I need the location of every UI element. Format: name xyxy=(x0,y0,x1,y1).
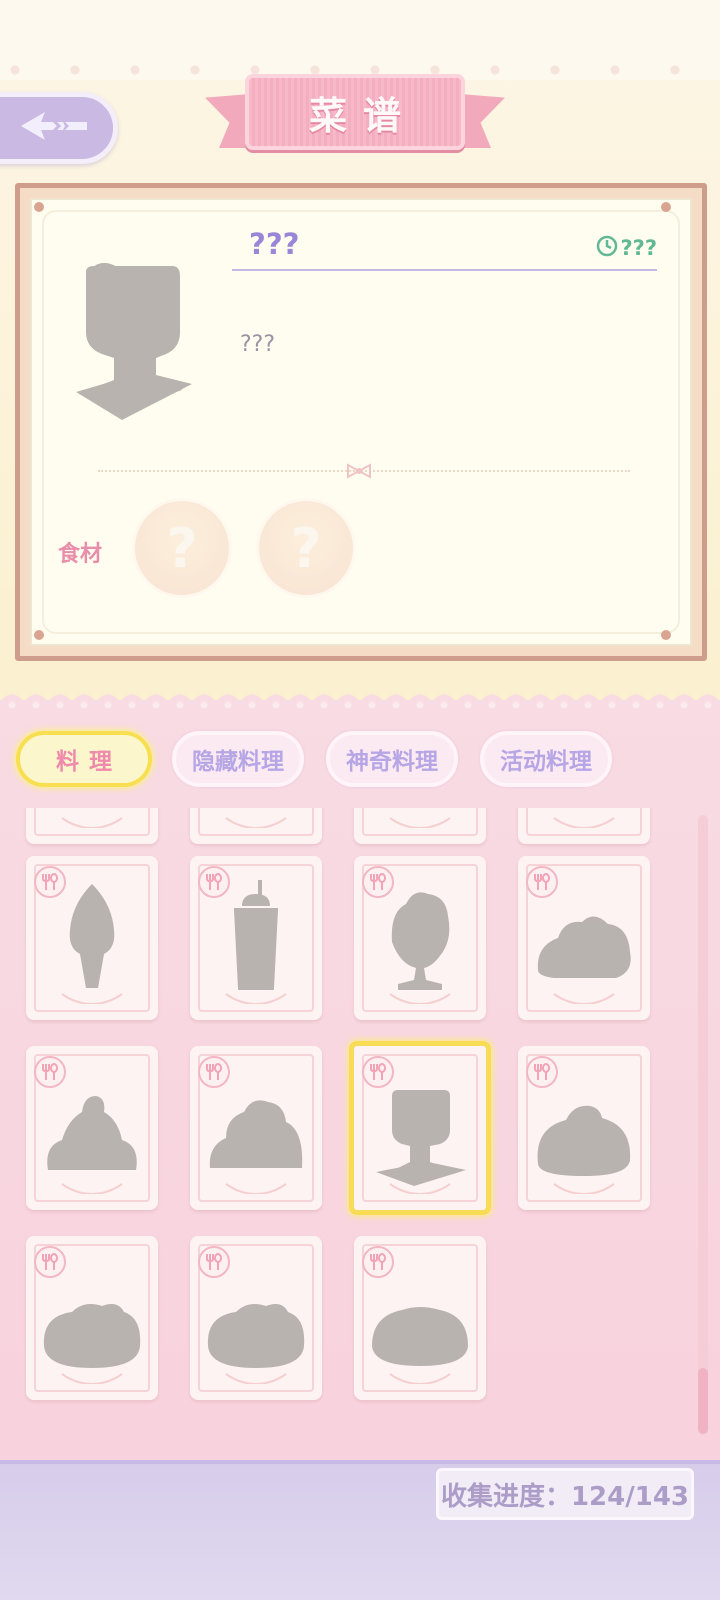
recipe-card[interactable] xyxy=(26,808,158,844)
title-ribbon: 菜谱 xyxy=(205,66,505,166)
recipe-grid xyxy=(0,808,720,1438)
recipe-card[interactable] xyxy=(354,856,486,1020)
dish-silhouette-round-plate xyxy=(42,1256,142,1386)
ingredient-slot[interactable]: ? xyxy=(132,498,232,598)
recipe-card[interactable] xyxy=(190,808,322,844)
back-button[interactable] xyxy=(0,92,118,164)
dish-silhouette-ice-cream-cone xyxy=(42,876,142,1006)
dish-silhouette-partial xyxy=(206,808,306,830)
tab-magic-cuisine[interactable]: 神奇料理 xyxy=(326,731,458,787)
recipe-card[interactable] xyxy=(518,808,650,844)
recipe-card[interactable] xyxy=(26,856,158,1020)
recipe-card[interactable] xyxy=(518,856,650,1020)
dish-silhouette-dumpling xyxy=(534,1066,634,1196)
tab-event-cuisine[interactable]: 活动料理 xyxy=(480,731,612,787)
recipe-card[interactable] xyxy=(190,1236,322,1400)
dish-silhouette-sundae-cup xyxy=(370,876,470,1006)
dish-silhouette-pile-dish xyxy=(206,1066,306,1196)
dish-silhouette-partial xyxy=(370,808,470,830)
clock-icon xyxy=(596,235,618,261)
back-arrow-icon xyxy=(19,106,89,150)
dish-silhouette-partial xyxy=(42,808,142,830)
dish-silhouette-tall-glass-plate xyxy=(370,1066,470,1196)
scrollbar-thumb[interactable] xyxy=(698,1368,708,1434)
dish-silhouette-drink-cup xyxy=(206,876,306,1006)
tab-cuisine[interactable]: 料理 xyxy=(16,731,152,787)
page-title: 菜谱 xyxy=(308,92,417,138)
bow-icon xyxy=(344,462,374,480)
cook-time: ??? xyxy=(596,235,657,261)
dish-silhouette-flat-plate xyxy=(370,1256,470,1386)
ingredients-label: 食材 xyxy=(58,542,103,567)
scrollbar-track[interactable] xyxy=(698,815,708,1435)
collection-progress: 收集进度：124/143 xyxy=(436,1468,694,1520)
tab-hidden-cuisine[interactable]: 隐藏料理 xyxy=(172,731,304,787)
dish-name: ??? xyxy=(249,227,300,261)
recipe-card[interactable] xyxy=(26,1236,158,1400)
collection-progress-text: 收集进度：124/143 xyxy=(440,1481,690,1512)
dish-silhouette-rice-mound xyxy=(534,876,634,1006)
recipe-card[interactable] xyxy=(354,808,486,844)
cook-time-value: ??? xyxy=(620,236,657,260)
recipe-card[interactable] xyxy=(349,1041,491,1215)
recipe-card[interactable] xyxy=(518,1046,650,1210)
ingredient-slot[interactable]: ? xyxy=(256,498,356,598)
recipe-card[interactable] xyxy=(26,1046,158,1210)
recipe-card[interactable] xyxy=(190,1046,322,1210)
dish-description: ??? xyxy=(240,332,276,357)
dish-name-row: ??? ??? xyxy=(232,225,657,271)
recipe-card[interactable] xyxy=(354,1236,486,1400)
recipe-card[interactable] xyxy=(190,856,322,1020)
dish-preview-silhouette xyxy=(72,262,196,422)
dish-silhouette-garnished-pile xyxy=(42,1066,142,1196)
dish-silhouette-round-plate xyxy=(206,1256,306,1386)
dish-silhouette-partial xyxy=(534,808,634,830)
